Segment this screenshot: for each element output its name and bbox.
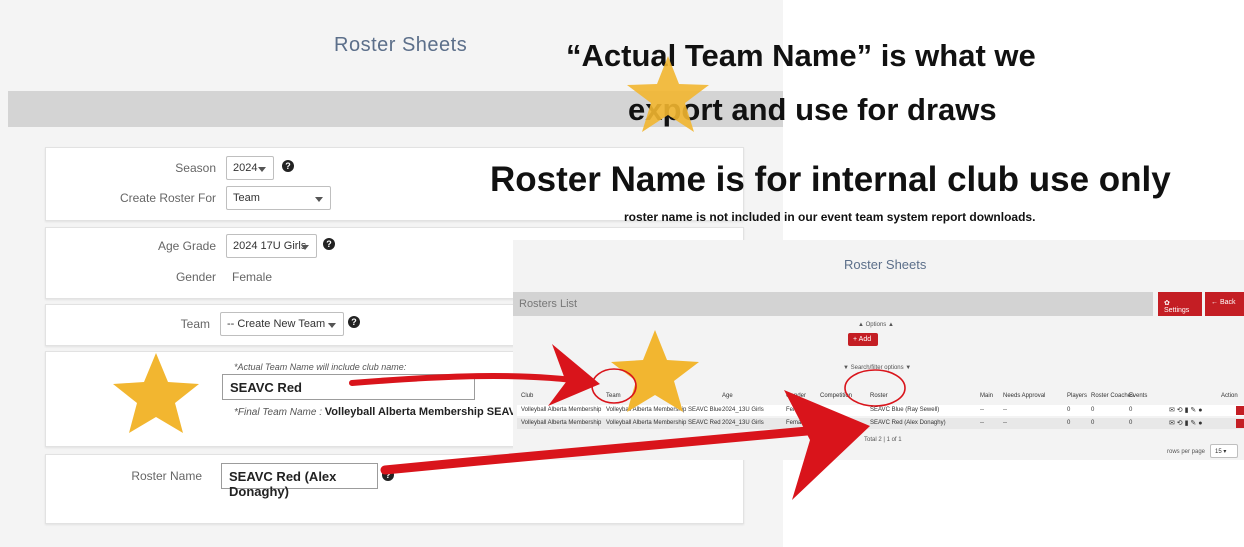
arrow-roster [380, 423, 845, 475]
team-column-circle [591, 368, 637, 404]
annotation-overlay [113, 56, 906, 500]
arrow-roster-head [784, 390, 870, 500]
star-icon [113, 353, 199, 433]
roster-column-circle [844, 369, 906, 407]
arrow-team-head [548, 344, 600, 406]
star-icon [627, 56, 709, 132]
arrow-team [349, 372, 591, 386]
